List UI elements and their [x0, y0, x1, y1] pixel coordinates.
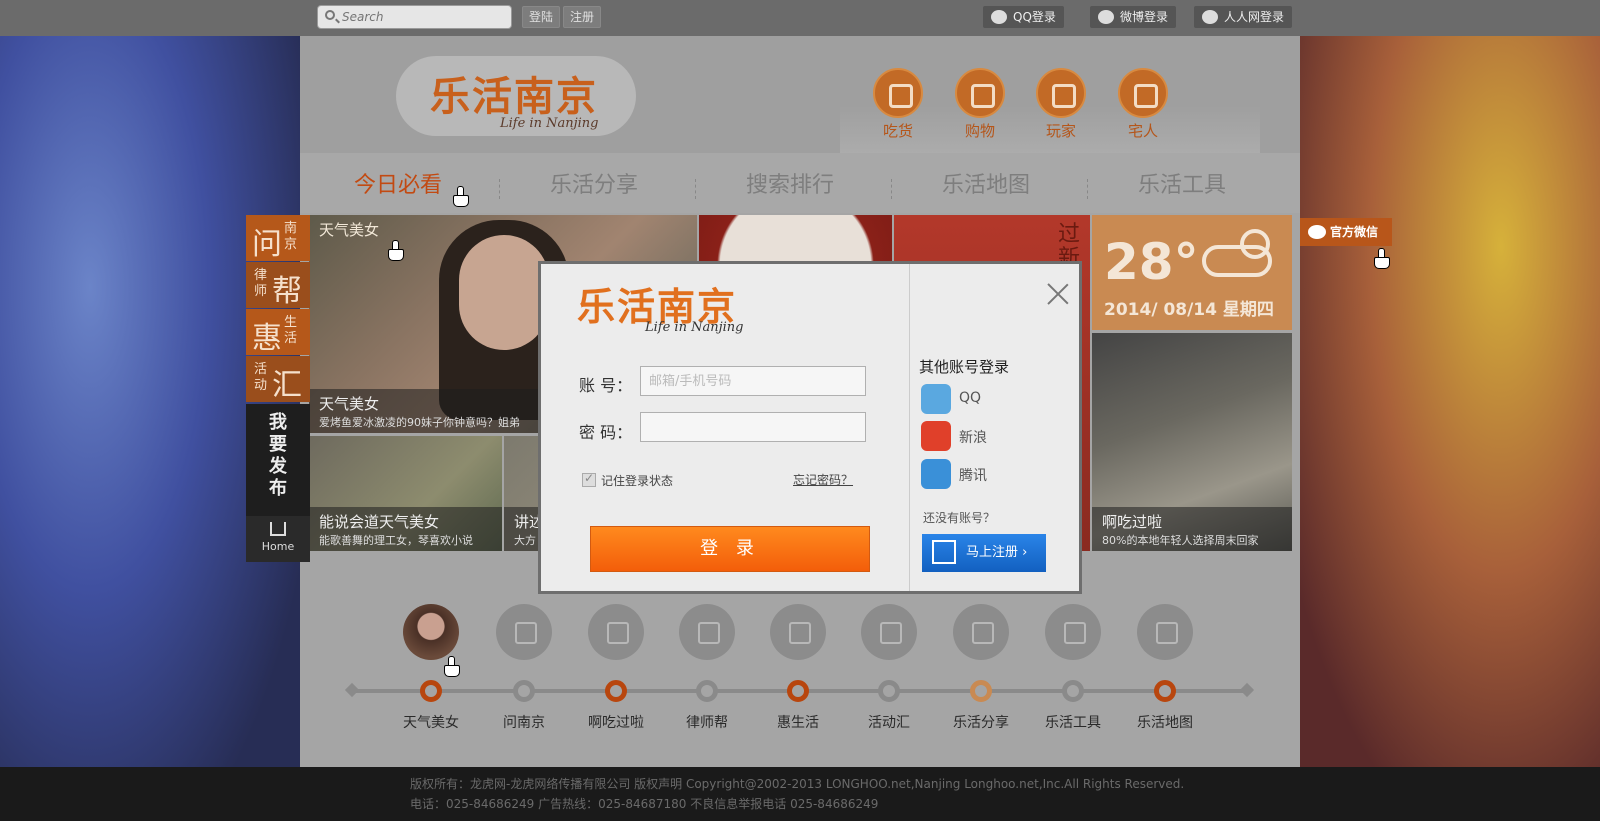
renren-icon: [1202, 10, 1218, 24]
hand-cursor-icon: [1374, 248, 1390, 269]
wechat-icon: [1308, 225, 1326, 239]
hand-cursor-icon: [388, 240, 404, 261]
tencent-option-label: 腾讯: [959, 468, 987, 484]
qq-icon: [921, 384, 951, 414]
publish-button[interactable]: 我要发布: [246, 404, 310, 516]
qq-icon: [991, 10, 1007, 24]
renren-login-label: 人人网登录: [1224, 10, 1285, 24]
sidemenu-events[interactable]: 汇 活动: [246, 356, 310, 403]
weibo-icon: [921, 421, 951, 451]
wechat-label: 官方微信: [1330, 225, 1379, 239]
home-button[interactable]: Home: [246, 516, 310, 562]
remember-checkbox[interactable]: [582, 471, 596, 487]
register-now-button[interactable]: 马上注册 ›: [922, 534, 1046, 572]
account-input[interactable]: [640, 366, 866, 396]
remember-label: 记住登录状态: [601, 474, 674, 488]
sidemenu-big-char: 帮: [272, 274, 302, 309]
renren-login-button[interactable]: 人人网登录: [1194, 6, 1293, 28]
sidemenu-big-char: 汇: [272, 368, 302, 403]
sidemenu-ask-nanjing[interactable]: 问 南京: [246, 215, 310, 262]
qq-login-option[interactable]: QQ: [919, 384, 1059, 416]
top-bar: 登陆 注册 QQ登录 微博登录 人人网登录: [0, 0, 1600, 36]
home-icon: [270, 522, 286, 536]
other-login-title: 其他账号登录: [919, 358, 1010, 376]
search-input[interactable]: [342, 8, 502, 26]
sidemenu-small-text: 生活: [284, 315, 298, 346]
qq-login-label: QQ登录: [1013, 10, 1056, 24]
dialog-logo-subtitle: Life in Nanjing: [645, 320, 744, 335]
register-now-label: 马上注册 ›: [966, 545, 1028, 560]
weibo-login-button[interactable]: 微博登录: [1090, 6, 1177, 28]
qq-login-button[interactable]: QQ登录: [983, 6, 1064, 28]
password-label: 密 码：: [579, 423, 633, 442]
sina-option-label: 新浪: [959, 430, 987, 446]
sidemenu-small-text: 律师: [254, 268, 268, 299]
hand-cursor-icon: [444, 656, 460, 677]
side-menu: 问 南京 帮 律师 惠 生活 汇 活动 我要发布 Home: [246, 215, 310, 562]
weibo-icon: [1098, 10, 1114, 24]
password-input[interactable]: [640, 412, 866, 442]
search-icon: [325, 10, 335, 20]
sidemenu-big-char: 惠: [252, 321, 282, 356]
publish-label: 我要发布: [269, 412, 287, 499]
hand-cursor-icon: [453, 186, 469, 207]
weibo-login-label: 微博登录: [1120, 10, 1169, 24]
register-link[interactable]: 注册: [563, 6, 602, 28]
tencent-weibo-icon: [921, 459, 951, 489]
tencent-login-option[interactable]: 腾讯: [919, 459, 1059, 491]
login-link[interactable]: 登陆: [522, 6, 561, 28]
sidemenu-big-char: 问: [252, 227, 282, 262]
forgot-password-link[interactable]: 忘记密码？: [793, 471, 853, 488]
sina-login-option[interactable]: 新浪: [919, 421, 1059, 453]
sidemenu-small-text: 南京: [284, 221, 298, 252]
search-box[interactable]: [317, 5, 512, 29]
home-label: Home: [261, 540, 295, 553]
sidemenu-lawyer-help[interactable]: 帮 律师: [246, 262, 310, 309]
sidemenu-life-deals[interactable]: 惠 生活: [246, 309, 310, 356]
no-account-text: 还没有账号？: [923, 511, 996, 525]
qq-option-label: QQ: [959, 390, 982, 406]
login-dialog: 乐活南京 Life in Nanjing 账 号： 密 码： 记住登录状态 忘记…: [538, 261, 1082, 594]
close-icon[interactable]: [1046, 282, 1070, 306]
dialog-divider: [909, 264, 910, 591]
sidemenu-small-text: 活动: [254, 362, 268, 393]
account-label: 账 号：: [579, 376, 633, 395]
official-wechat-button[interactable]: 官方微信: [1300, 218, 1392, 246]
edit-icon: [932, 540, 956, 564]
login-button[interactable]: 登 录: [590, 526, 870, 572]
